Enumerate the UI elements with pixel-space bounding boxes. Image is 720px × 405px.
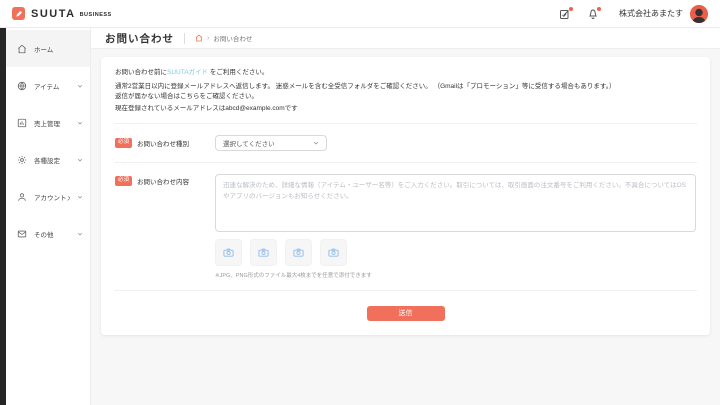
- camera-icon: [223, 248, 234, 257]
- sidebar-item-label: その他: [34, 231, 54, 239]
- camera-icon: [328, 248, 339, 257]
- breadcrumb-home-icon[interactable]: [195, 34, 203, 42]
- chevron-down-icon: [77, 120, 83, 126]
- brand-name: SUUTA: [31, 7, 76, 20]
- page-header: お問い合わせ › お問い合わせ: [91, 28, 720, 49]
- bell-icon[interactable]: [587, 5, 602, 20]
- bar-chart-icon: [17, 118, 27, 128]
- breadcrumb-separator: ›: [207, 34, 210, 42]
- intro-line-3: 返信が届かない場合はこちらをご確認ください。: [115, 93, 258, 100]
- chevron-down-icon: [77, 194, 83, 200]
- breadcrumb-current: お問い合わせ: [213, 36, 253, 43]
- inquiry-content-field: ※JPG、PNG形式のファイル最大4枚までを任意で添付できます: [215, 174, 696, 279]
- camera-upload-box[interactable]: [285, 239, 312, 266]
- topbar-right: 株式会社あまたす: [543, 4, 708, 23]
- notification-dot: [596, 5, 602, 12]
- sidebar-item-label: ホーム: [34, 46, 54, 54]
- sidebar: ホーム アイテム 売上管理 各種設定 アカウントメニュー: [6, 28, 91, 405]
- sidebar-item-other[interactable]: その他: [6, 215, 90, 252]
- top-bar: SUUTA BUSINESS 株式会社あまたす: [0, 0, 720, 28]
- intro-line-2: 通常2営業日以内に登録メールアドレスへ返信します。 迷惑メールを含む全受信フォル…: [115, 83, 616, 90]
- sidebar-item-label: 各種設定: [34, 157, 60, 165]
- sidebar-item-label: アイテム: [34, 83, 60, 91]
- sidebar-item-sales[interactable]: 売上管理: [6, 104, 90, 141]
- compose-icon[interactable]: [559, 5, 574, 20]
- submit-button[interactable]: 送信: [366, 305, 445, 321]
- page-title: お問い合わせ: [105, 32, 174, 45]
- submit-section: 送信: [114, 290, 697, 335]
- inquiry-type-select[interactable]: 選択してください: [215, 135, 327, 151]
- required-badge: 必須: [115, 176, 133, 186]
- intro-line1-post: をご利用ください。: [208, 69, 269, 76]
- brand-logo-icon: [12, 7, 25, 20]
- home-icon: [17, 44, 27, 54]
- gear-icon: [17, 155, 27, 165]
- camera-icon: [293, 248, 304, 257]
- camera-icon: [258, 248, 269, 257]
- intro-line1-pre: お問い合わせ前に: [115, 69, 167, 76]
- breadcrumb: › お問い合わせ: [195, 33, 252, 43]
- contact-card: お問い合わせ前にSUUTAガイド をご利用ください。 通常2営業日以内に登録メー…: [101, 57, 710, 335]
- camera-upload-box[interactable]: [320, 239, 347, 266]
- camera-upload-box[interactable]: [250, 239, 277, 266]
- globe-icon: [17, 81, 27, 91]
- camera-upload-box[interactable]: [215, 239, 242, 266]
- company-name: 株式会社あまたす: [619, 9, 683, 18]
- chevron-down-icon: [77, 157, 83, 163]
- intro-line-4: 現在登録されているメールアドレスはabcd@example.comです: [115, 105, 298, 112]
- sidebar-item-label: 売上管理: [34, 120, 60, 128]
- intro-line-1: お問い合わせ前にSUUTAガイド をご利用ください。: [115, 68, 696, 78]
- chevron-down-icon: [313, 140, 319, 146]
- attachment-boxes: [215, 239, 696, 266]
- sidebar-item-settings[interactable]: 各種設定: [6, 141, 90, 178]
- sidebar-item-label: アカウントメニュー: [34, 194, 70, 202]
- sidebar-item-items[interactable]: アイテム: [6, 67, 90, 104]
- brand-tagline: BUSINESS: [79, 12, 112, 18]
- user-icon: [17, 192, 27, 202]
- suuta-guide-link[interactable]: SUUTAガイド: [167, 69, 208, 76]
- user-avatar[interactable]: [690, 4, 708, 23]
- window-edge-strip: [0, 28, 6, 405]
- chevron-down-icon: [77, 83, 83, 89]
- mail-icon: [17, 229, 27, 239]
- sidebar-item-account[interactable]: アカウントメニュー: [6, 178, 90, 215]
- sidebar-item-home[interactable]: ホーム: [6, 30, 90, 67]
- divider: [184, 32, 185, 44]
- inquiry-type-label: お問い合わせ種別: [137, 141, 190, 148]
- required-badge: 必須: [115, 138, 133, 148]
- notification-dot: [568, 5, 574, 12]
- intro-text: お問い合わせ前にSUUTAガイド をご利用ください。 通常2営業日以内に登録メー…: [114, 57, 697, 123]
- inquiry-type-selected-value: 選択してください: [223, 141, 275, 148]
- chevron-down-icon: [77, 231, 83, 237]
- inquiry-content-textarea[interactable]: [215, 174, 696, 232]
- inquiry-content-label-group: 必須 お問い合わせ内容: [115, 174, 215, 279]
- inquiry-content-label: お問い合わせ内容: [137, 179, 190, 186]
- main-area: お問い合わせ › お問い合わせ お問い合わせ前にSUUTAガイド をご利用くださ…: [91, 28, 720, 405]
- inquiry-type-field: 選択してください: [215, 135, 696, 151]
- attachment-note: ※JPG、PNG形式のファイル最大4枚までを任意で添付できます: [215, 273, 372, 279]
- inquiry-type-row: 必須 お問い合わせ種別 選択してください: [114, 123, 697, 162]
- inquiry-type-label-group: 必須 お問い合わせ種別: [115, 138, 215, 148]
- inquiry-content-row: 必須 お問い合わせ内容 迅速な解決のため、詳細な情報（アイテム・ユーザー名等）を…: [114, 162, 697, 290]
